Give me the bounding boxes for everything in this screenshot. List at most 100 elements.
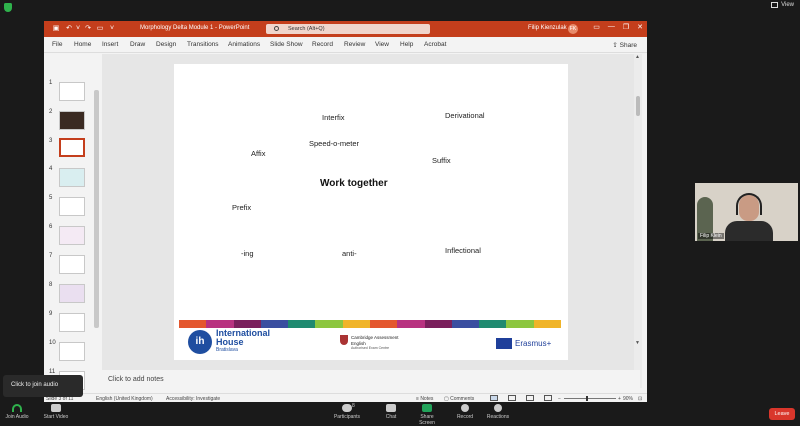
view-label: View xyxy=(781,2,794,8)
notes-placeholder[interactable]: Click to add notes xyxy=(108,376,164,383)
minimize-icon[interactable]: — xyxy=(608,23,615,31)
search-input[interactable]: Search (Alt+Q) xyxy=(266,24,430,34)
word-affix[interactable]: Affix xyxy=(251,149,265,158)
zoom-level[interactable]: 90% xyxy=(623,396,633,402)
share-screen-icon xyxy=(422,404,432,412)
accessibility-status[interactable]: Accessibility: Investigate xyxy=(166,396,220,402)
reactions-button[interactable]: Reactions xyxy=(486,404,510,420)
slide-heading[interactable]: Work together xyxy=(320,178,388,189)
scroll-up-icon[interactable]: ▲ xyxy=(635,54,640,60)
record-button[interactable]: Record xyxy=(455,404,475,420)
slide-thumbnail-1[interactable] xyxy=(59,82,85,101)
participants-button[interactable]: Participants xyxy=(332,404,362,420)
comments-button[interactable]: ▢ Comments xyxy=(444,396,474,402)
zoom-slider[interactable] xyxy=(564,398,616,399)
share-label: Share xyxy=(619,42,637,49)
word-ing[interactable]: -ing xyxy=(241,249,254,258)
cambridge-shield-icon xyxy=(340,335,348,345)
slide-thumbnail-5[interactable] xyxy=(59,197,85,216)
slide-thumbnail-8[interactable] xyxy=(59,284,85,303)
thumb-number: 5 xyxy=(49,195,53,201)
thumbnail-scrollbar[interactable] xyxy=(94,90,99,328)
slide-thumbnail-4[interactable] xyxy=(59,168,85,187)
slide-thumbnail-7[interactable] xyxy=(59,255,85,274)
tab-view[interactable]: View xyxy=(375,41,389,48)
stripe-segment xyxy=(342,320,370,328)
fit-slide-icon[interactable]: ⊡ xyxy=(638,396,642,402)
tab-insert[interactable]: Insert xyxy=(102,41,118,48)
slide-canvas[interactable]: Interfix Derivational Affix Speed-o-mete… xyxy=(174,64,568,360)
tab-file[interactable]: File xyxy=(52,41,62,48)
language-status[interactable]: English (United Kingdom) xyxy=(96,396,153,402)
start-video-button[interactable]: Start Video xyxy=(42,404,70,420)
participants-label: Participants xyxy=(333,414,361,420)
chat-label: Chat xyxy=(385,414,397,420)
tab-review[interactable]: Review xyxy=(344,41,365,48)
slideshow-icon[interactable] xyxy=(544,395,552,401)
participant-video[interactable]: Filip Klein xyxy=(695,183,798,241)
word-speed-o-meter[interactable]: Speed-o-meter xyxy=(309,139,359,148)
stripe-segment xyxy=(288,320,316,328)
word-anti[interactable]: anti- xyxy=(342,249,357,258)
word-prefix[interactable]: Prefix xyxy=(232,203,251,212)
tab-record[interactable]: Record xyxy=(312,41,333,48)
join-audio-button[interactable]: Join Audio xyxy=(4,404,30,420)
tab-draw[interactable]: Draw xyxy=(130,41,145,48)
zoom-out-icon[interactable]: − xyxy=(558,396,561,402)
user-name[interactable]: Filip Kienzulak xyxy=(528,25,567,31)
erasmus-label: Erasmus+ xyxy=(515,339,552,348)
participants-count: 8 xyxy=(352,403,355,409)
normal-view-icon[interactable] xyxy=(490,395,498,401)
stripe-segment xyxy=(397,320,425,328)
notes-button[interactable]: ≡ Notes xyxy=(416,396,433,402)
chevron-down-icon[interactable]: ˅ xyxy=(74,24,82,33)
ih-brand-line2: House xyxy=(216,337,244,347)
slide-thumbnail-3[interactable] xyxy=(59,138,85,157)
tab-design[interactable]: Design xyxy=(156,41,176,48)
view-button[interactable]: View xyxy=(771,2,794,8)
notes-pane[interactable]: Click to add notes xyxy=(102,370,640,388)
save-icon[interactable]: ▣ xyxy=(52,24,60,33)
stripe-segment xyxy=(179,320,207,328)
scroll-down-icon[interactable]: ▼ xyxy=(635,340,640,346)
redo-icon[interactable]: ↷ xyxy=(84,24,92,33)
slide-scrollbar[interactable]: ▲ ▼ xyxy=(634,54,642,388)
slide-thumbnail-6[interactable] xyxy=(59,226,85,245)
scroll-thumb[interactable] xyxy=(636,96,640,116)
tab-animations[interactable]: Animations xyxy=(228,41,260,48)
slide-thumbnail-2[interactable] xyxy=(59,111,85,130)
avatar[interactable]: FK xyxy=(568,24,578,34)
word-derivational[interactable]: Derivational xyxy=(445,111,485,120)
maximize-icon[interactable]: ❐ xyxy=(623,23,629,31)
cam-line1: Cambridge Assessment xyxy=(351,335,399,340)
window-controls: ▭ — ❐ ✕ xyxy=(593,23,643,31)
word-inflectional[interactable]: Inflectional xyxy=(445,246,481,255)
ribbon-display-icon[interactable]: ▭ xyxy=(593,23,600,31)
share-button[interactable]: ⇪ Share xyxy=(612,41,637,49)
undo-icon[interactable]: ↶ xyxy=(65,24,73,33)
tab-help[interactable]: Help xyxy=(400,41,413,48)
stripe-segment xyxy=(206,320,234,328)
present-icon[interactable]: ▭ xyxy=(96,24,104,33)
slide-thumbnail-9[interactable] xyxy=(59,313,85,332)
word-interfix[interactable]: Interfix xyxy=(322,113,345,122)
share-screen-label: Share Screen xyxy=(419,414,435,426)
chat-button[interactable]: Chat xyxy=(382,404,400,420)
tab-slide-show[interactable]: Slide Show xyxy=(270,41,303,48)
cam-line3: Authorised Exam Centre xyxy=(351,346,390,350)
thumb-number: 6 xyxy=(49,224,53,230)
reading-view-icon[interactable] xyxy=(526,395,534,401)
leave-button[interactable]: Leave xyxy=(769,408,795,420)
cambridge-logo: Cambridge Assessment English Authorised … xyxy=(340,335,399,352)
customize-icon[interactable]: ˅ xyxy=(108,24,116,33)
zoom-in-icon[interactable]: + xyxy=(618,396,621,402)
tab-transitions[interactable]: Transitions xyxy=(187,41,219,48)
close-icon[interactable]: ✕ xyxy=(637,23,643,31)
tab-acrobat[interactable]: Acrobat xyxy=(424,41,446,48)
slide-sorter-icon[interactable] xyxy=(508,395,516,401)
ribbon-tabs: File Home Insert Draw Design Transitions… xyxy=(44,37,647,53)
word-suffix[interactable]: Suffix xyxy=(432,156,451,165)
slide-thumbnail-10[interactable] xyxy=(59,342,85,361)
zoom-slider-knob[interactable] xyxy=(586,395,588,401)
tab-home[interactable]: Home xyxy=(74,41,91,48)
